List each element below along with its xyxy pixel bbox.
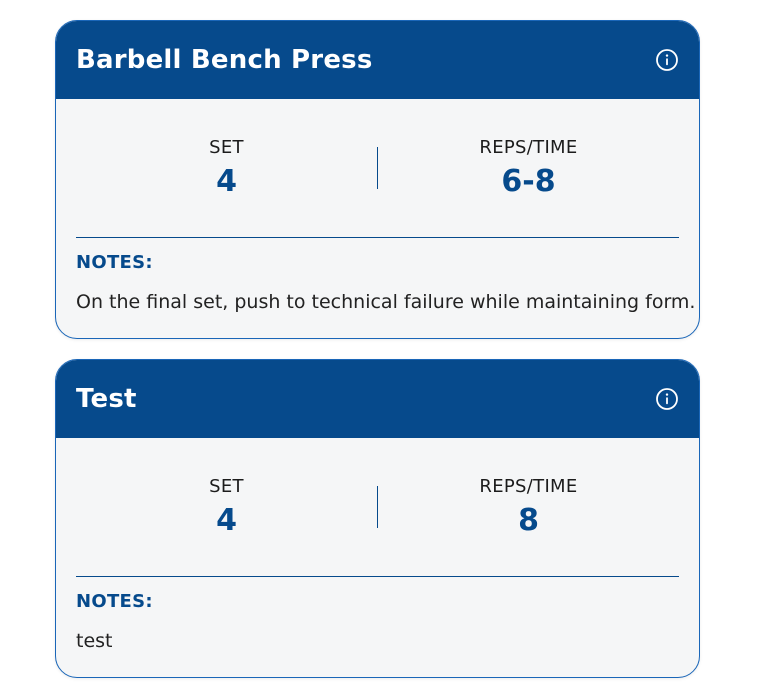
info-icon[interactable] — [655, 387, 679, 411]
exercise-title: Test — [76, 384, 137, 414]
notes-text: test — [76, 630, 113, 652]
exercise-list: Barbell Bench Press SET 4 REPS/TIME 6-8 … — [55, 20, 700, 698]
reps-label: REPS/TIME — [479, 476, 578, 497]
reps-value: 8 — [518, 503, 539, 538]
notes-section: NOTES: On the final set, push to technic… — [56, 238, 699, 313]
reps-value: 6-8 — [501, 164, 556, 199]
set-value: 4 — [216, 503, 237, 538]
set-stat: SET 4 — [76, 137, 377, 199]
set-stat: SET 4 — [76, 476, 377, 538]
notes-label: NOTES: — [76, 252, 153, 273]
exercise-stats: SET 4 REPS/TIME 6-8 — [76, 99, 679, 238]
reps-stat: REPS/TIME 8 — [378, 476, 679, 538]
exercise-card: Test SET 4 REPS/TIME 8 NOTES: test — [55, 359, 700, 678]
set-label: SET — [209, 476, 244, 497]
notes-text: On the final set, push to technical fail… — [76, 291, 696, 313]
reps-label: REPS/TIME — [479, 137, 578, 158]
notes-label: NOTES: — [76, 591, 153, 612]
set-value: 4 — [216, 164, 237, 199]
notes-section: NOTES: test — [56, 577, 699, 652]
set-label: SET — [209, 137, 244, 158]
exercise-card-header: Barbell Bench Press — [56, 21, 699, 99]
exercise-card: Barbell Bench Press SET 4 REPS/TIME 6-8 … — [55, 20, 700, 339]
exercise-stats: SET 4 REPS/TIME 8 — [76, 438, 679, 577]
reps-stat: REPS/TIME 6-8 — [378, 137, 679, 199]
exercise-card-header: Test — [56, 360, 699, 438]
info-icon[interactable] — [655, 48, 679, 72]
exercise-title: Barbell Bench Press — [76, 45, 373, 75]
